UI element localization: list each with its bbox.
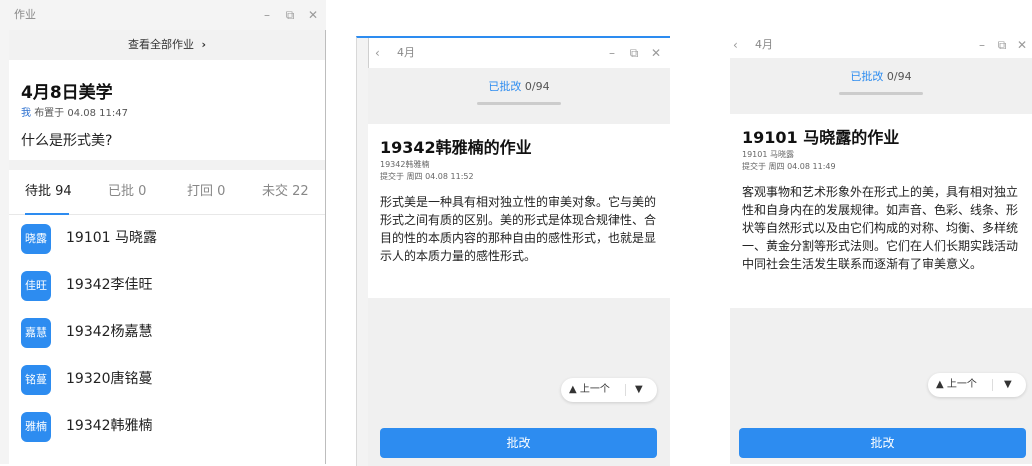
submission-card: 19101 马晓露的作业 19101 马晓露 提交于 周四 04.08 11:4… (730, 114, 1032, 308)
next-button[interactable]: ▼ (635, 378, 643, 402)
status-tabs: 待批 94 已批 0 打回 0 未交 22 (9, 170, 325, 215)
progress-bar (477, 102, 561, 105)
student-row[interactable]: 雅楠 19342韩雅楠 (9, 403, 325, 450)
grade-button[interactable]: 批改 (380, 428, 657, 458)
avatar: 雅楠 (21, 412, 51, 442)
minimize-icon[interactable]: – (258, 0, 276, 30)
minimize-icon[interactable]: – (973, 30, 991, 60)
prev-next-control: ▲ 上一个 ▼ (561, 378, 657, 402)
prev-next-control: ▲ 上一个 ▼ (928, 373, 1026, 397)
detail-panel: 已批改 0/94 19342韩雅楠的作业 19342韩雅楠 提交于 周四 04.… (368, 68, 670, 466)
submit-time: 提交于 周四 04.08 11:52 (380, 172, 474, 181)
close-icon[interactable]: ✕ (1013, 30, 1031, 60)
student-row[interactable]: 佳旺 19342李佳旺 (9, 262, 325, 309)
window-title: 4月 (397, 46, 415, 59)
avatar: 佳旺 (21, 271, 51, 301)
task-author: 我 (21, 108, 31, 119)
divider (9, 160, 325, 170)
grading-status: 已批改 0/94 (368, 68, 670, 116)
graded-count: 已批改 0/94 (730, 68, 1032, 84)
graded-count: 已批改 0/94 (368, 78, 670, 94)
graded-number: 0/94 (524, 80, 550, 93)
homework-list-panel: 查看全部作业 › 4月8日美学 我 布置于 04.08 11:47 什么是形式美… (9, 30, 326, 464)
window-title: 4月 (755, 38, 773, 51)
progress-bar (839, 92, 923, 95)
tab-graded[interactable]: 已批 0 (108, 170, 146, 214)
restore-icon[interactable]: ⧉ (625, 38, 643, 68)
back-icon[interactable]: ‹ (375, 38, 380, 68)
close-icon[interactable]: ✕ (304, 0, 322, 30)
student-name: 19342李佳旺 (66, 277, 153, 293)
task-title: 4月8日美学 (21, 83, 113, 103)
submission-title: 19342韩雅楠的作业 (380, 138, 532, 157)
window-title: 作业 (14, 8, 36, 21)
divider (992, 379, 993, 391)
tab-returned[interactable]: 打回 0 (187, 170, 225, 214)
student-row[interactable]: 铭蔓 19320唐铭蔓 (9, 356, 325, 403)
submission-title: 19101 马晓露的作业 (742, 128, 900, 147)
view-all-homework-link[interactable]: 查看全部作业 › (9, 30, 325, 60)
chevron-right-icon: › (201, 38, 207, 51)
homework-detail-window: ‹ 4月 – ⧉ ✕ 已批改 0/94 19101 马晓露的作业 19101 马… (721, 30, 1032, 464)
answer-text: 客观事物和艺术形象外在形式上的美，具有相对独立性和自身内在的发展规律。如声音、色… (742, 185, 1019, 271)
task-question: 什么是形式美? (21, 133, 113, 149)
student-name: 19342韩雅楠 (66, 418, 153, 434)
restore-icon[interactable]: ⧉ (281, 0, 299, 30)
back-icon[interactable]: ‹ (733, 30, 738, 60)
student-name: 19101 马晓露 (66, 230, 157, 246)
title-bar: 作业 – ⧉ ✕ (0, 0, 326, 30)
detail-panel: 已批改 0/94 19101 马晓露的作业 19101 马晓露 提交于 周四 0… (730, 58, 1032, 464)
close-icon[interactable]: ✕ (647, 38, 665, 68)
avatar: 嘉慧 (21, 318, 51, 348)
grading-status: 已批改 0/94 (730, 58, 1032, 106)
title-bar: ‹ 4月 – ⧉ ✕ (357, 38, 670, 68)
graded-number: 0/94 (886, 70, 912, 83)
graded-label: 已批改 (850, 70, 884, 83)
student-name: 19342杨嘉慧 (66, 324, 153, 340)
student-row[interactable]: 晓露 19101 马晓露 (9, 215, 325, 262)
student-name: 19101 马晓露 (742, 150, 794, 159)
homework-detail-window: ‹ 4月 – ⧉ ✕ 已批改 0/94 19342韩雅楠的作业 19342韩雅楠… (356, 36, 670, 466)
graded-label: 已批改 (488, 80, 522, 93)
minimize-icon[interactable]: – (603, 38, 621, 68)
task-meta: 我 布置于 04.08 11:47 (21, 104, 128, 119)
grade-button[interactable]: 批改 (739, 428, 1026, 458)
prev-button[interactable]: ▲ 上一个 (569, 378, 610, 402)
title-bar: ‹ 4月 – ⧉ ✕ (721, 30, 1032, 60)
restore-icon[interactable]: ⧉ (993, 30, 1011, 60)
submit-time: 提交于 周四 04.08 11:49 (742, 162, 836, 171)
homework-list-window: 作业 – ⧉ ✕ 查看全部作业 › 4月8日美学 我 布置于 04.08 11:… (0, 0, 326, 464)
tab-not-submitted[interactable]: 未交 22 (262, 170, 309, 214)
avatar: 晓露 (21, 224, 51, 254)
student-name: 19320唐铭蔓 (66, 371, 153, 387)
task-posted-time: 布置于 04.08 11:47 (34, 108, 128, 119)
divider (625, 384, 626, 396)
avatar: 铭蔓 (21, 365, 51, 395)
student-row[interactable]: 嘉慧 19342杨嘉慧 (9, 309, 325, 356)
view-all-label: 查看全部作业 (127, 38, 194, 51)
next-button[interactable]: ▼ (1004, 373, 1012, 397)
tab-pending[interactable]: 待批 94 (25, 170, 72, 214)
submission-card: 19342韩雅楠的作业 19342韩雅楠 提交于 周四 04.08 11:52 … (368, 124, 670, 298)
prev-button[interactable]: ▲ 上一个 (936, 373, 977, 397)
answer-text: 形式美是一种具有相对独立性的审美对象。它与美的形式之间有质的区别。美的形式是体现… (380, 195, 657, 263)
student-name: 19342韩雅楠 (380, 160, 430, 169)
